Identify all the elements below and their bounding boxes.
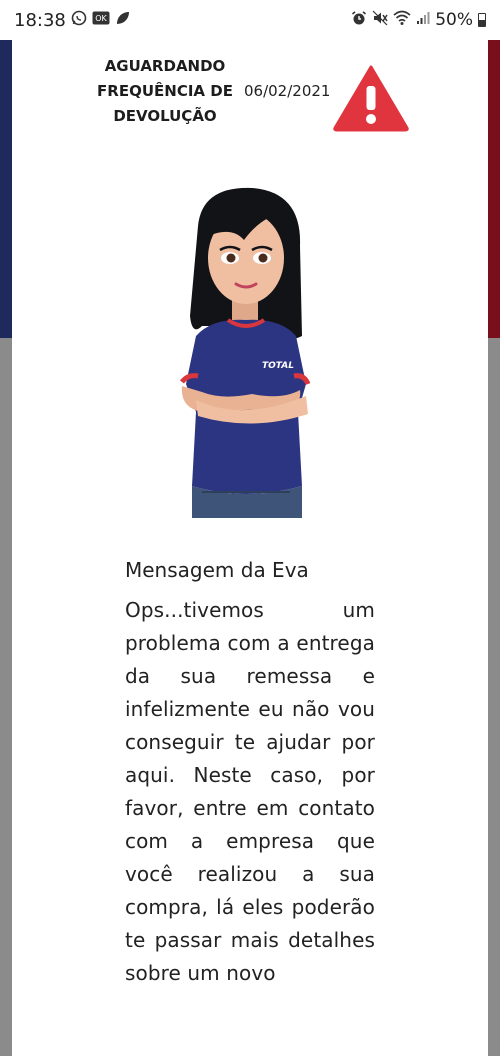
warning-icon	[333, 65, 409, 132]
status-left: 18:38 OK	[14, 10, 351, 31]
status-right: 50%	[351, 10, 486, 30]
background-band-left	[0, 40, 12, 338]
wifi-icon	[393, 10, 411, 30]
shirt-logo-text: TOTAL	[262, 361, 294, 371]
background-band-right	[488, 40, 500, 338]
battery-percentage: 50%	[435, 10, 473, 30]
status-line: AGUARDANDO	[104, 57, 226, 75]
eva-message: Mensagem da Eva Ops...tivemos um problem…	[125, 556, 375, 990]
ok-app-icon: OK	[92, 11, 110, 29]
tracking-card: AGUARDANDO FREQUÊNCIA DE DEVOLUÇÃO 06/02…	[12, 40, 488, 1056]
battery-icon	[478, 13, 486, 27]
leaf-icon	[115, 10, 131, 30]
status-date: 06/02/2021	[244, 82, 331, 100]
message-title: Mensagem da Eva	[125, 558, 309, 582]
status-line: FREQUÊNCIA DE	[97, 82, 233, 100]
eva-avatar-image: TOTAL	[180, 187, 311, 518]
delivery-status-label: AGUARDANDO FREQUÊNCIA DE DEVOLUÇÃO	[92, 54, 238, 129]
svg-text:OK: OK	[95, 14, 107, 23]
status-time: 18:38	[14, 9, 66, 31]
whatsapp-icon	[71, 10, 87, 30]
status-line: DEVOLUÇÃO	[113, 107, 217, 125]
mute-icon	[372, 10, 388, 30]
signal-icon	[416, 11, 430, 29]
alarm-icon	[351, 10, 367, 30]
message-body: Ops...tivemos um problema com a entrega …	[125, 598, 375, 985]
status-bar: 18:38 OK 50%	[0, 0, 500, 40]
background-lower-right	[488, 338, 500, 1056]
card-header: AGUARDANDO FREQUÊNCIA DE DEVOLUÇÃO 06/02…	[12, 54, 488, 134]
background-lower-left	[0, 338, 12, 1056]
